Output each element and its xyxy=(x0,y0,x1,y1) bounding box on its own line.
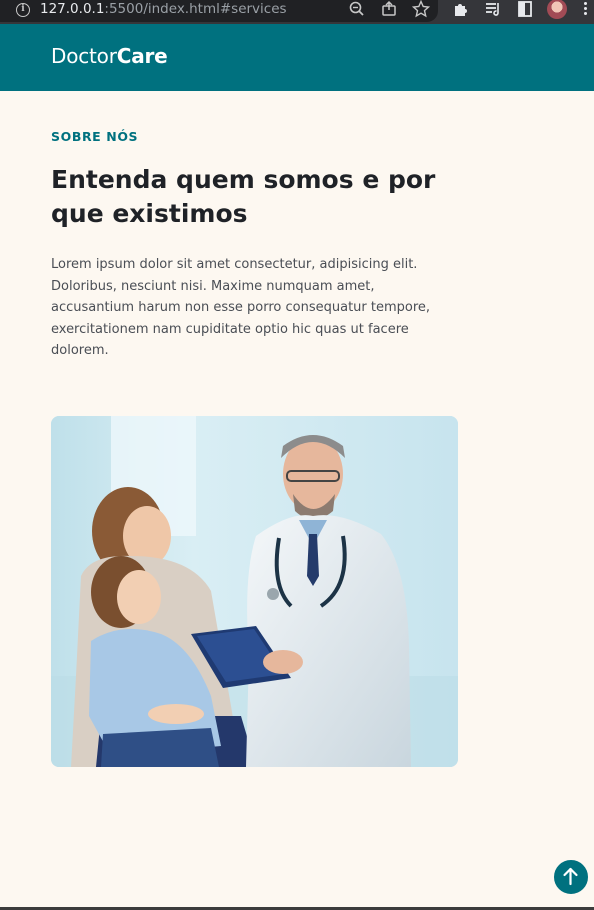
doctor-family-photo xyxy=(51,416,458,767)
url-host: 127.0.0.1 xyxy=(40,1,105,17)
site-logo[interactable]: DoctorCare xyxy=(51,44,168,68)
browser-toolbar: i 127.0.0.1:5500/index.html#services xyxy=(0,0,594,24)
profile-avatar[interactable] xyxy=(547,0,567,19)
section-eyebrow: SOBRE NÓS xyxy=(51,129,139,144)
arrow-up-icon xyxy=(563,867,578,886)
section-paragraph: Lorem ipsum dolor sit amet consectetur, … xyxy=(51,257,431,359)
bookmark-star-icon[interactable] xyxy=(412,0,430,18)
share-icon[interactable] xyxy=(380,0,398,18)
extensions-icon[interactable] xyxy=(452,0,470,18)
back-to-top-button[interactable] xyxy=(553,859,589,895)
address-bar[interactable]: i 127.0.0.1:5500/index.html#services xyxy=(0,0,438,22)
logo-bold: Care xyxy=(116,44,168,68)
site-header: DoctorCare xyxy=(0,24,594,91)
menu-icon[interactable] xyxy=(584,2,588,16)
info-icon[interactable]: i xyxy=(16,3,30,17)
logo-regular: Doctor xyxy=(51,44,117,68)
url-text[interactable]: 127.0.0.1:5500/index.html#services xyxy=(40,0,287,18)
reading-list-icon[interactable] xyxy=(484,0,502,18)
side-panel-icon[interactable] xyxy=(516,0,534,18)
zoom-out-icon[interactable] xyxy=(348,0,366,18)
url-path: :5500/index.html#services xyxy=(104,1,287,17)
section-title: Entenda quem somos e por que existimos xyxy=(51,165,436,228)
